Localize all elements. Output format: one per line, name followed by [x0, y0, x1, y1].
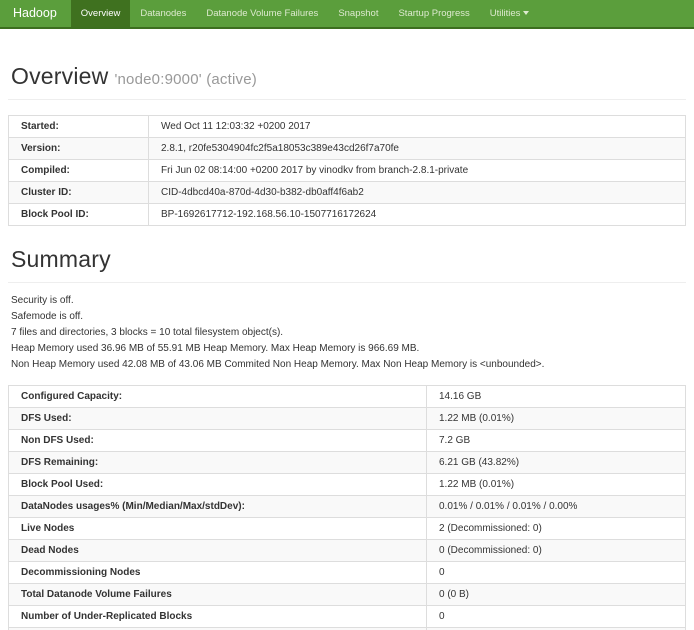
stat-row-value: 7.2 GB	[427, 430, 686, 452]
info-row-value: Wed Oct 11 12:03:32 +0200 2017	[149, 116, 686, 138]
info-row-label: Cluster ID:	[9, 182, 149, 204]
table-row: Number of Under-Replicated Blocks 0	[9, 606, 686, 628]
nav-item-label: Utilities	[490, 8, 521, 19]
stat-row-label: Configured Capacity:	[9, 386, 427, 408]
nav-item-label: Datanode Volume Failures	[206, 8, 318, 19]
namenode-info-table: Started: Wed Oct 11 12:03:32 +0200 2017 …	[8, 115, 686, 226]
table-row: Block Pool Used: 1.22 MB (0.01%)	[9, 474, 686, 496]
nav-item-label: Overview	[81, 8, 121, 19]
stat-row-value: 0.01% / 0.01% / 0.01% / 0.00%	[427, 496, 686, 518]
nav-menu: Overview Datanodes Datanode Volume Failu…	[71, 0, 540, 27]
table-row: Started: Wed Oct 11 12:03:32 +0200 2017	[9, 116, 686, 138]
nav-item-label: Datanodes	[140, 8, 186, 19]
table-row: Non DFS Used: 7.2 GB	[9, 430, 686, 452]
info-row-label: Compiled:	[9, 160, 149, 182]
stat-row-value: 0	[427, 606, 686, 628]
table-row: Total Datanode Volume Failures 0 (0 B)	[9, 584, 686, 606]
info-row-label: Started:	[9, 116, 149, 138]
stat-row-value: 1.22 MB (0.01%)	[427, 408, 686, 430]
stat-row-label: DFS Used:	[9, 408, 427, 430]
summary-notes: Security is off. Safemode is off. 7 file…	[11, 295, 683, 371]
summary-heading: Summary	[11, 246, 683, 273]
stat-row-value: 1.22 MB (0.01%)	[427, 474, 686, 496]
table-row: DFS Remaining: 6.21 GB (43.82%)	[9, 452, 686, 474]
info-row-label: Block Pool ID:	[9, 204, 149, 226]
table-row: Cluster ID: CID-4dbcd40a-870d-4d30-b382-…	[9, 182, 686, 204]
summary-note-line: 7 files and directories, 3 blocks = 10 t…	[11, 327, 683, 339]
nav-item[interactable]: Overview	[71, 0, 131, 27]
overview-title: Overview	[11, 63, 108, 89]
nav-item-label: Startup Progress	[398, 8, 469, 19]
table-row: Decommissioning Nodes 0	[9, 562, 686, 584]
stat-row-value: 0 (Decommissioned: 0)	[427, 540, 686, 562]
stat-row-value: 0 (0 B)	[427, 584, 686, 606]
stat-row-value: 14.16 GB	[427, 386, 686, 408]
nav-item-label: Snapshot	[338, 8, 378, 19]
summary-divider	[8, 282, 686, 283]
stat-row-label[interactable]: Live Nodes	[9, 518, 427, 540]
stat-row-label: DataNodes usages% (Min/Median/Max/stdDev…	[9, 496, 427, 518]
table-row: Version: 2.8.1, r20fe5304904fc2f5a18053c…	[9, 138, 686, 160]
stat-row-label[interactable]: Total Datanode Volume Failures	[9, 584, 427, 606]
summary-title: Summary	[11, 246, 111, 272]
stat-row-label: Number of Under-Replicated Blocks	[9, 606, 427, 628]
table-row: Dead Nodes 0 (Decommissioned: 0)	[9, 540, 686, 562]
cluster-summary-table: Configured Capacity: 14.16 GB DFS Used: …	[8, 385, 686, 630]
overview-divider	[8, 99, 686, 100]
brand-hadoop[interactable]: Hadoop	[0, 0, 71, 27]
stat-row-value: 6.21 GB (43.82%)	[427, 452, 686, 474]
nav-item[interactable]: Startup Progress	[388, 0, 479, 27]
table-row: Configured Capacity: 14.16 GB	[9, 386, 686, 408]
table-row: DFS Used: 1.22 MB (0.01%)	[9, 408, 686, 430]
chevron-down-icon	[523, 11, 529, 15]
table-row: Live Nodes 2 (Decommissioned: 0)	[9, 518, 686, 540]
summary-note-line: Security is off.	[11, 295, 683, 307]
summary-note-line: Safemode is off.	[11, 311, 683, 323]
summary-note-line: Non Heap Memory used 42.08 MB of 43.06 M…	[11, 359, 683, 371]
stat-row-label: DFS Remaining:	[9, 452, 427, 474]
overview-heading: Overview 'node0:9000' (active)	[11, 63, 683, 90]
summary-note-line: Heap Memory used 36.96 MB of 55.91 MB He…	[11, 343, 683, 355]
nav-item[interactable]: Snapshot	[328, 0, 388, 27]
top-navbar: Hadoop Overview Datanodes Datanode Volum…	[0, 0, 694, 29]
table-row: Block Pool ID: BP-1692617712-192.168.56.…	[9, 204, 686, 226]
stat-row-label[interactable]: Decommissioning Nodes	[9, 562, 427, 584]
info-row-value: CID-4dbcd40a-870d-4d30-b382-db0aff4f6ab2	[149, 182, 686, 204]
info-row-value: BP-1692617712-192.168.56.10-150771617262…	[149, 204, 686, 226]
nav-item[interactable]: Datanode Volume Failures	[196, 0, 328, 27]
info-row-value: Fri Jun 02 08:14:00 +0200 2017 by vinodk…	[149, 160, 686, 182]
stat-row-value: 0	[427, 562, 686, 584]
info-row-label: Version:	[9, 138, 149, 160]
main-content: Overview 'node0:9000' (active) Started: W…	[0, 63, 694, 630]
stat-row-value: 2 (Decommissioned: 0)	[427, 518, 686, 540]
stat-row-label[interactable]: Dead Nodes	[9, 540, 427, 562]
nav-item[interactable]: Utilities	[480, 0, 540, 27]
stat-row-label: Block Pool Used:	[9, 474, 427, 496]
info-row-value: 2.8.1, r20fe5304904fc2f5a18053c389e43cd2…	[149, 138, 686, 160]
namenode-address-state: 'node0:9000' (active)	[114, 71, 257, 88]
stat-row-label: Non DFS Used:	[9, 430, 427, 452]
table-row: Compiled: Fri Jun 02 08:14:00 +0200 2017…	[9, 160, 686, 182]
table-row: DataNodes usages% (Min/Median/Max/stdDev…	[9, 496, 686, 518]
nav-item[interactable]: Datanodes	[130, 0, 196, 27]
